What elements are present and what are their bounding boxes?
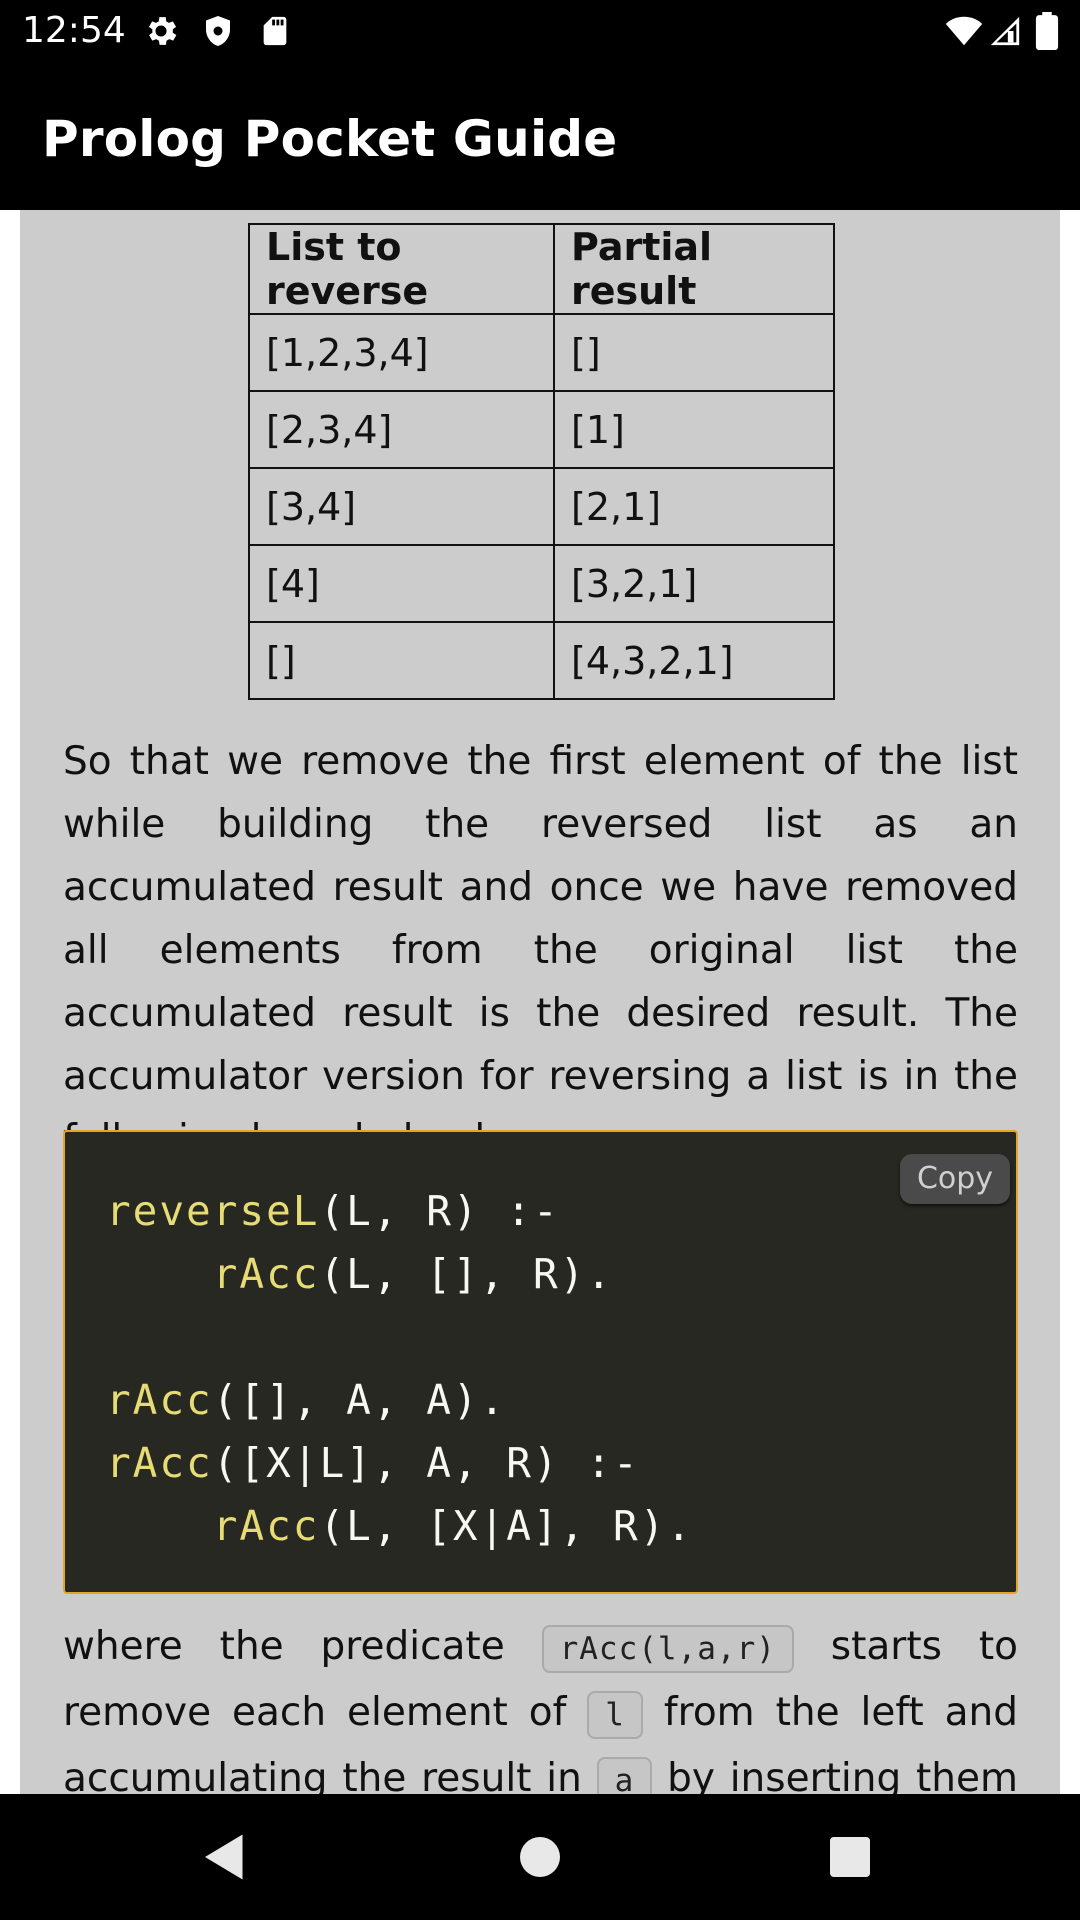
inline-code: l <box>587 1691 643 1739</box>
inline-code: a <box>596 1757 653 1794</box>
status-bar: 12:54 <box>0 0 1080 62</box>
code-line: rAcc(L, [X|A], R). <box>106 1495 693 1558</box>
home-icon[interactable] <box>510 1827 570 1887</box>
page-content: List to reverse Partial result [1,2,3,4]… <box>20 210 1060 1794</box>
wifi-icon <box>945 16 983 46</box>
table-header-row: List to reverse Partial result <box>248 223 835 315</box>
shield-icon <box>206 16 230 46</box>
back-icon[interactable] <box>195 1827 255 1887</box>
code-predicate: rAcc <box>212 1250 320 1298</box>
table-cell: [1,2,3,4] <box>248 313 555 392</box>
recents-icon[interactable] <box>820 1827 880 1887</box>
navigation-bar <box>0 1794 1080 1920</box>
reverse-steps-table: List to reverse Partial result [1,2,3,4]… <box>248 223 835 700</box>
code-args: ([X|L], A, R) :- <box>212 1439 640 1487</box>
sd-card-icon <box>263 16 287 46</box>
code-args: (L, [], R). <box>319 1250 614 1298</box>
table-header: Partial result <box>553 223 835 315</box>
code-predicate: rAcc <box>212 1502 320 1550</box>
table-cell: [3,4] <box>248 467 555 546</box>
table-cell: [1] <box>553 390 835 469</box>
settings-icon <box>148 17 177 45</box>
table-row: [3,4] [2,1] <box>248 467 835 546</box>
status-time: 12:54 <box>22 10 126 51</box>
code-predicate: rAcc <box>106 1376 213 1424</box>
table-cell: [2,3,4] <box>248 390 555 469</box>
code-block: Copy reverseL(L, R) :- rAcc(L, [], R). r… <box>63 1130 1018 1594</box>
table-cell: [2,1] <box>553 467 835 546</box>
code-line: rAcc([], A, A). <box>106 1369 693 1432</box>
table-cell: [3,2,1] <box>553 544 835 623</box>
table-cell: [] <box>553 313 835 392</box>
explanation-paragraph: So that we remove the first element of t… <box>63 739 1018 1162</box>
table-cell: [4] <box>248 544 555 623</box>
table-row: [1,2,3,4] [] <box>248 313 835 392</box>
content-scroll-area[interactable]: List to reverse Partial result [1,2,3,4]… <box>0 210 1080 1794</box>
code-args: (L, R) :- <box>319 1187 560 1235</box>
table-row: [] [4,3,2,1] <box>248 621 835 700</box>
copy-button[interactable]: Copy <box>900 1154 1010 1204</box>
table-header: List to reverse <box>248 223 555 315</box>
text-segment: where the predicate <box>63 1624 505 1669</box>
code-line: reverseL(L, R) :- <box>106 1180 693 1243</box>
table-row: [2,3,4] [1] <box>248 390 835 469</box>
table-row: [4] [3,2,1] <box>248 544 835 623</box>
code-args: ([], A, A). <box>212 1376 507 1424</box>
table-cell: [4,3,2,1] <box>553 621 835 700</box>
app-bar: Prolog Pocket Guide <box>0 62 1080 210</box>
code-line: rAcc([X|L], A, R) :- <box>106 1432 693 1495</box>
code-args: (L, [X|A], R). <box>319 1502 694 1550</box>
description-paragraph: where the predicate rAcc(l,a,r) starts t… <box>63 1615 1018 1794</box>
inline-code: rAcc(l,a,r) <box>541 1625 794 1673</box>
battery-icon <box>1035 12 1059 50</box>
app-title: Prolog Pocket Guide <box>42 110 618 168</box>
code-content: reverseL(L, R) :- rAcc(L, [], R). rAcc([… <box>106 1180 693 1558</box>
code-predicate: reverseL <box>106 1187 320 1235</box>
code-line: rAcc(L, [], R). <box>106 1243 693 1306</box>
table-cell: [] <box>248 621 555 700</box>
signal-icon <box>990 16 1020 46</box>
text-segment: by inserting them <box>667 1756 1018 1794</box>
code-predicate: rAcc <box>106 1439 213 1487</box>
